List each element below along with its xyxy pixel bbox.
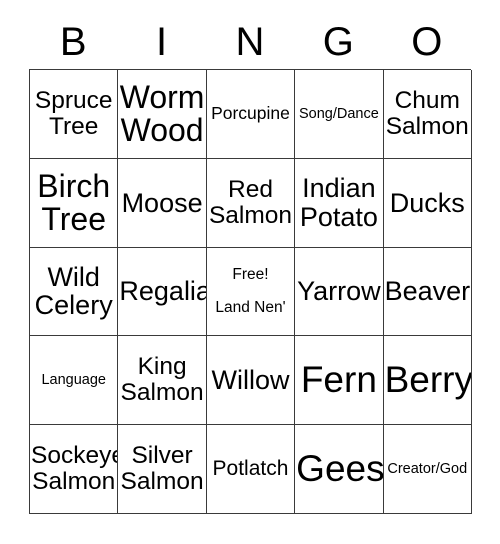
bingo-header-letter-i: I [156, 20, 168, 64]
bingo-header-letter-g: G [322, 20, 354, 64]
bingo-card: B I N G O Spruce Tree Worm Wood Porcupine Song/… [0, 0, 500, 544]
bingo-cell-label: Regalia [119, 276, 207, 307]
bingo-free-label: Free! [232, 266, 269, 284]
bingo-free-text: Free! Land Nen' [207, 265, 294, 318]
bingo-cell-label: Yarrow [297, 276, 381, 307]
bingo-cell-label: Geese [296, 448, 384, 490]
bingo-cell[interactable]: Geese [295, 425, 384, 514]
bingo-cell[interactable]: Berry [383, 336, 472, 426]
bingo-cell-label: Moose [121, 187, 203, 218]
bingo-cell[interactable]: King Salmon [118, 336, 207, 426]
bingo-cell-label: Wild Celery [34, 262, 113, 321]
bingo-cell[interactable]: Wild Celery [30, 247, 119, 337]
bingo-header-letter-n: N [235, 20, 265, 64]
bingo-cell-label: Spruce Tree [34, 86, 113, 140]
bingo-cell-label: Red Salmon [208, 175, 293, 229]
bingo-cell-label: Silver Salmon [120, 442, 204, 496]
bingo-cell-label: Ducks [389, 187, 465, 218]
bingo-cell[interactable]: Song/Dance [295, 70, 384, 159]
bingo-cell-label: Indian Potato [299, 173, 378, 232]
bingo-cell[interactable]: Birch Tree [30, 158, 119, 248]
bingo-cell-label: Worm Wood [119, 78, 205, 148]
bingo-cell[interactable]: Potlatch [206, 425, 296, 514]
bingo-cell-label: Birch Tree [37, 167, 111, 237]
bingo-cell-label: Sockeye Salmon [31, 442, 119, 496]
bingo-cell[interactable]: Red Salmon [206, 158, 296, 248]
bingo-cell[interactable]: Ducks [383, 158, 472, 248]
bingo-cell[interactable]: Sockeye Salmon [30, 425, 119, 514]
bingo-cell[interactable]: Porcupine [206, 70, 296, 159]
bingo-grid: Spruce Tree Worm Wood Porcupine Song/Dance C… [29, 69, 472, 514]
bingo-cell[interactable]: Beaver [383, 247, 472, 337]
bingo-row: Language King Salmon Willow Fern Berry [30, 336, 472, 426]
bingo-row: Spruce Tree Worm Wood Porcupine Song/Dance C… [30, 70, 472, 159]
bingo-cell[interactable]: Indian Potato [295, 158, 384, 248]
bingo-cell[interactable]: Spruce Tree [30, 70, 119, 159]
bingo-cell[interactable]: Willow [206, 336, 296, 426]
bingo-free-spacer [208, 284, 293, 298]
bingo-header-letter-o: O [411, 20, 443, 64]
bingo-cell-label: Language [41, 371, 106, 388]
bingo-cell-label: Creator/God [387, 460, 468, 477]
bingo-header: BINGO [29, 18, 471, 66]
bingo-cell[interactable]: Moose [118, 158, 207, 248]
bingo-cell[interactable]: Fern [295, 336, 384, 426]
bingo-cell[interactable]: Silver Salmon [118, 425, 207, 514]
bingo-row: Wild Celery Regalia Free! Land Nen' Yarrow Be… [30, 247, 472, 337]
bingo-cell-label: Beaver [384, 276, 471, 307]
bingo-row: Birch Tree Moose Red Salmon Indian Potato Du… [30, 158, 472, 248]
bingo-cell-label: Song/Dance [298, 105, 379, 122]
bingo-row: Sockeye SalmonSilver Salmon Potlatch Geese… [30, 425, 472, 514]
bingo-free-subtitle: Land Nen' [215, 299, 286, 317]
bingo-cell-label: Chum Salmon [385, 86, 469, 140]
bingo-cell-label: Potlatch [212, 456, 289, 480]
bingo-cell-label: Willow [211, 365, 290, 396]
bingo-cell[interactable]: Regalia [118, 247, 207, 337]
bingo-cell[interactable]: Language [30, 336, 119, 426]
bingo-cell[interactable]: Chum Salmon [383, 70, 472, 159]
bingo-cell-label: Porcupine [211, 103, 290, 124]
bingo-cell[interactable]: Yarrow [295, 247, 384, 337]
bingo-cell-label: Berry [384, 359, 472, 401]
bingo-free-cell[interactable]: Free! Land Nen' [206, 247, 296, 337]
bingo-cell-label: King Salmon [120, 353, 204, 407]
bingo-cell-label: Fern [300, 359, 377, 401]
bingo-cell[interactable]: Worm Wood [118, 70, 207, 159]
bingo-cell[interactable]: Creator/God [383, 425, 472, 514]
bingo-header-letter-b: B [59, 20, 87, 64]
